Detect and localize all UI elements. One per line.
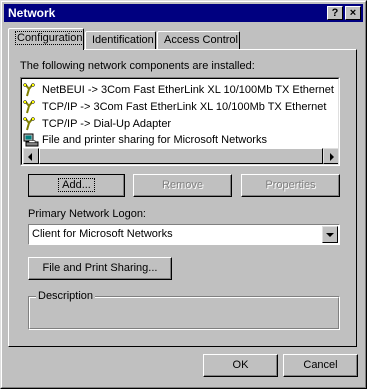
title-bar[interactable]: Network ? × [4, 4, 363, 22]
primary-logon-select[interactable]: Client for Microsoft Networks [28, 224, 340, 245]
list-item-text: TCP/IP -> 3Com Fast EtherLink XL 10/100M… [42, 101, 327, 113]
properties-button[interactable]: Properties [241, 174, 340, 197]
tab-configuration-label: Configuration [15, 31, 85, 45]
help-button[interactable]: ? [327, 6, 343, 20]
left-arrow-icon [28, 153, 32, 161]
close-button[interactable]: × [345, 6, 361, 20]
file-print-sharing-label: File and Print Sharing... [42, 262, 158, 274]
description-label: Description [36, 290, 96, 302]
ok-button[interactable]: OK [203, 354, 278, 377]
tab-identification-label: Identification [92, 34, 154, 46]
dropdown-button[interactable] [322, 226, 338, 243]
primary-logon-value: Client for Microsoft Networks [32, 228, 173, 240]
remove-button[interactable]: Remove [133, 174, 232, 197]
network-protocol-icon [23, 100, 35, 114]
components-label: The following network components are ins… [20, 60, 255, 72]
cancel-button-label: Cancel [303, 359, 338, 371]
properties-button-label: Properties [265, 179, 316, 191]
remove-button-label: Remove [162, 179, 203, 191]
tab-access-control[interactable]: Access Control [157, 31, 240, 49]
scroll-right-button[interactable] [323, 148, 338, 164]
tab-configuration[interactable]: Configuration [8, 28, 85, 50]
list-item-text: File and printer sharing for Microsoft N… [42, 134, 267, 146]
tab-access-control-label: Access Control [164, 34, 238, 46]
list-item-text: NetBEUI -> 3Com Fast EtherLink XL 10/100… [42, 84, 334, 96]
cancel-button[interactable]: Cancel [283, 354, 358, 377]
window-title: Network [8, 6, 56, 20]
file-print-sharing-button[interactable]: File and Print Sharing... [28, 257, 172, 280]
add-button[interactable]: Add... [28, 174, 125, 197]
network-service-icon [23, 133, 39, 147]
scroll-thumb[interactable] [39, 148, 323, 164]
chevron-down-icon [326, 233, 334, 237]
tab-identification[interactable]: Identification [85, 31, 156, 49]
list-item-text: TCP/IP -> Dial-Up Adapter [42, 118, 172, 130]
network-protocol-icon [23, 117, 35, 131]
primary-logon-label: Primary Network Logon: [28, 208, 146, 220]
ok-button-label: OK [232, 359, 249, 371]
right-arrow-icon [330, 153, 334, 161]
horizontal-scrollbar[interactable] [23, 148, 338, 164]
scroll-left-button[interactable] [23, 148, 39, 164]
network-protocol-icon [23, 83, 35, 97]
add-button-label: Add... [58, 178, 95, 192]
components-list[interactable]: NetBEUI -> 3Com Fast EtherLink XL 10/100… [20, 77, 340, 166]
